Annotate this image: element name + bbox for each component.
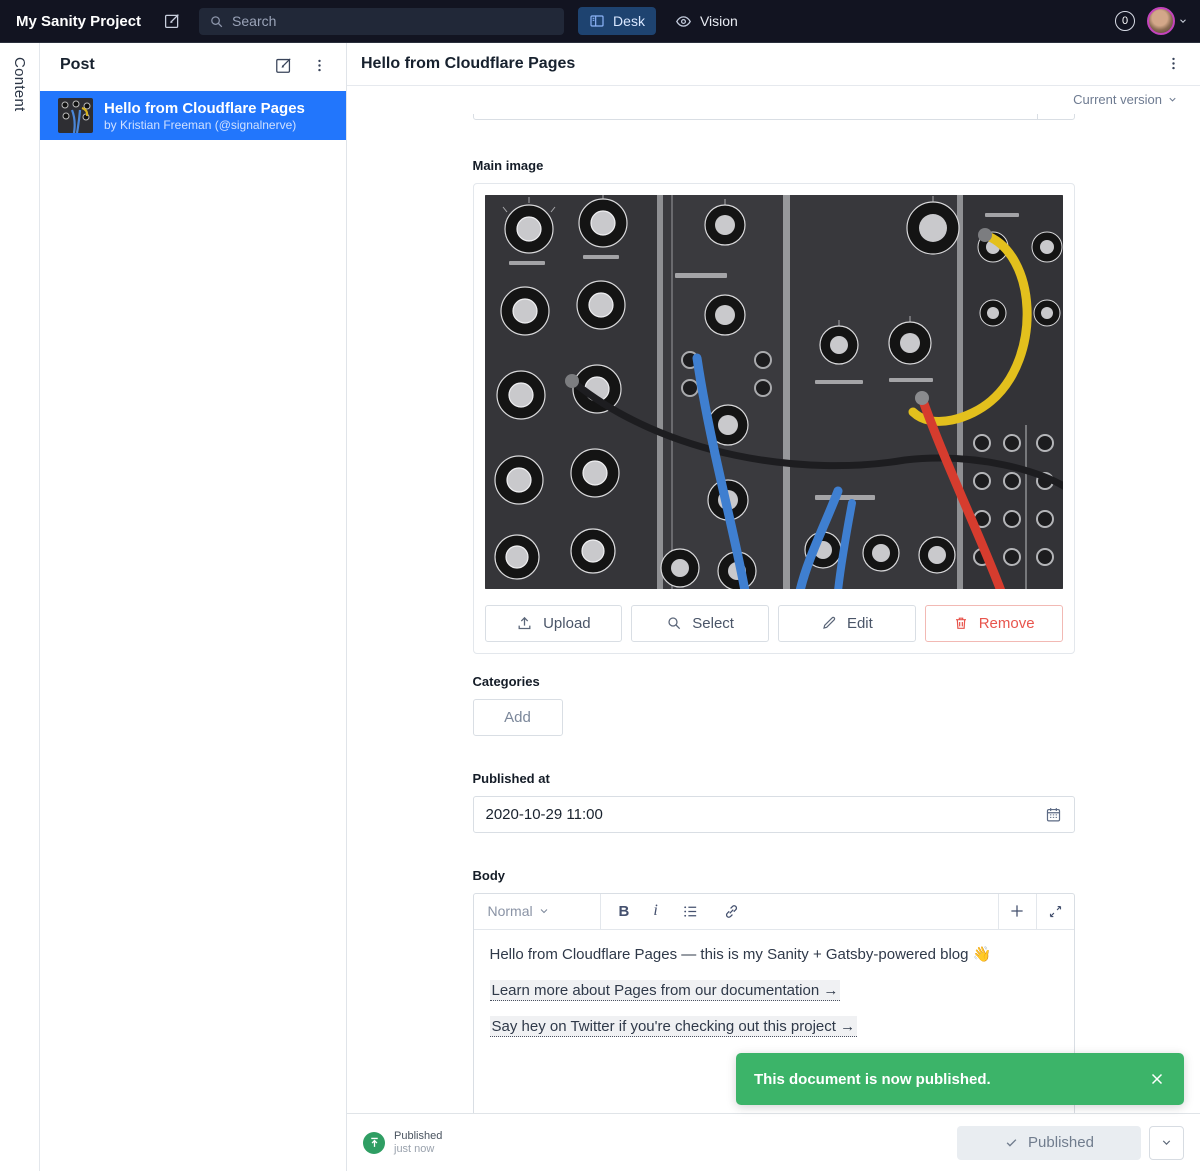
top-navbar: My Sanity Project Desk Vision 0 [0,0,1200,42]
field-divider [1037,114,1038,119]
chevron-down-icon [1160,1136,1173,1149]
edit-button[interactable]: Edit [778,605,916,642]
new-document-button[interactable] [163,12,181,30]
chevron-down-icon [1178,16,1188,26]
bullet-list-button[interactable] [682,903,699,920]
add-category-button[interactable]: Add [473,699,563,736]
body-link[interactable]: Learn more about Pages from our document… [490,980,841,1001]
desk-label: Desk [613,13,645,29]
format-buttons: B i [601,894,740,929]
post-list-pane: Post Hello from Cloudflare Pages by Kris… [40,43,347,1171]
field-label-categories: Categories [473,674,1075,689]
field-label-body: Body [473,868,1075,883]
tab-desk[interactable]: Desk [578,7,656,35]
italic-button[interactable]: i [653,902,657,920]
toast-close-button[interactable] [1148,1070,1166,1088]
publish-button[interactable]: Published [957,1126,1141,1160]
document-pane: Hello from Cloudflare Pages Current vers… [347,43,1200,1171]
list-item[interactable]: Hello from Cloudflare Pages by Kristian … [40,91,346,140]
content-tab-label[interactable]: Content [11,57,28,1171]
search-icon [209,14,224,29]
toast-message: This document is now published. [754,1071,1148,1088]
app-body: Content Post Hello from Cloudflare Pages [0,42,1200,1171]
calendar-icon[interactable] [1045,806,1062,823]
clipped-field[interactable] [473,114,1075,120]
field-label-main-image: Main image [473,158,1075,173]
vision-label: Vision [700,13,738,29]
edit-label: Edit [847,615,873,632]
pane-menu-button[interactable] [307,53,332,78]
project-title[interactable]: My Sanity Project [16,13,141,30]
create-post-button[interactable] [270,52,297,79]
publish-status: Published just now [394,1130,442,1155]
pane-title: Post [60,56,270,74]
upload-label: Upload [543,615,591,632]
form-column: Main image [473,114,1075,1113]
bold-button[interactable]: B [619,903,630,920]
version-row: Current version [347,86,1200,114]
compose-icon [163,12,181,30]
main-image-preview[interactable] [485,195,1063,589]
publish-toast: This document is now published. [736,1053,1184,1105]
image-actions: Upload Select Edit [485,605,1063,642]
body-paragraph: Hello from Cloudflare Pages — this is my… [490,943,1058,967]
trash-icon [953,615,969,631]
body-link[interactable]: Say hey on Twitter if you're checking ou… [490,1016,858,1037]
close-icon [1148,1070,1166,1088]
search-box[interactable] [199,8,564,35]
post-item-title: Hello from Cloudflare Pages [104,99,305,118]
avatar [1147,7,1175,35]
eye-icon [675,13,692,30]
select-button[interactable]: Select [631,605,769,642]
user-menu[interactable] [1147,7,1188,35]
expand-editor-button[interactable] [1036,894,1074,929]
published-status-icon [363,1132,385,1154]
status-time: just now [394,1143,442,1155]
chevron-down-icon [538,905,588,917]
document-footer: Published just now Published [347,1113,1200,1171]
kebab-icon [311,57,328,74]
check-icon [1004,1135,1019,1150]
search-icon [666,615,682,631]
remove-label: Remove [979,615,1035,632]
notifications-badge[interactable]: 0 [1115,11,1135,31]
select-label: Select [692,615,734,632]
desk-icon [589,13,605,29]
published-at-field[interactable] [473,796,1075,833]
upload-icon [516,615,533,632]
post-item-subtitle: by Kristian Freeman (@signalnerve) [104,118,305,133]
editor-content[interactable]: Hello from Cloudflare Pages — this is my… [474,930,1074,1064]
main-image-field: Upload Select Edit [473,183,1075,654]
version-label: Current version [1073,92,1162,107]
document-menu-button[interactable] [1161,51,1186,76]
compose-icon [274,56,293,75]
field-label-published-at: Published at [473,771,1075,786]
pencil-icon [821,615,837,631]
link-button[interactable] [723,903,740,920]
post-item-text: Hello from Cloudflare Pages by Kristian … [104,99,305,133]
remove-button[interactable]: Remove [925,605,1063,642]
content-rail: Content [0,43,40,1171]
editor-toolbar: Normal B i [474,894,1074,930]
document-form: Main image [347,114,1200,1113]
chevron-down-icon [1167,94,1178,105]
style-value: Normal [488,903,538,919]
kebab-icon [1165,55,1182,72]
toolbar-right [998,894,1074,929]
document-header: Hello from Cloudflare Pages [347,43,1200,86]
style-selector[interactable]: Normal [474,894,601,929]
status-label: Published [394,1130,442,1142]
document-title: Hello from Cloudflare Pages [361,55,1161,73]
publish-menu-button[interactable] [1149,1126,1184,1160]
tab-vision[interactable]: Vision [664,7,749,36]
upload-button[interactable]: Upload [485,605,623,642]
published-at-input[interactable] [486,806,1045,823]
search-input[interactable] [232,13,554,29]
post-thumbnail [58,98,93,133]
publish-button-label: Published [1028,1134,1094,1151]
insert-block-button[interactable] [998,894,1036,929]
post-pane-header: Post [40,43,346,87]
sanity-studio: My Sanity Project Desk Vision 0 Content [0,0,1200,1171]
version-selector[interactable]: Current version [1073,92,1178,107]
